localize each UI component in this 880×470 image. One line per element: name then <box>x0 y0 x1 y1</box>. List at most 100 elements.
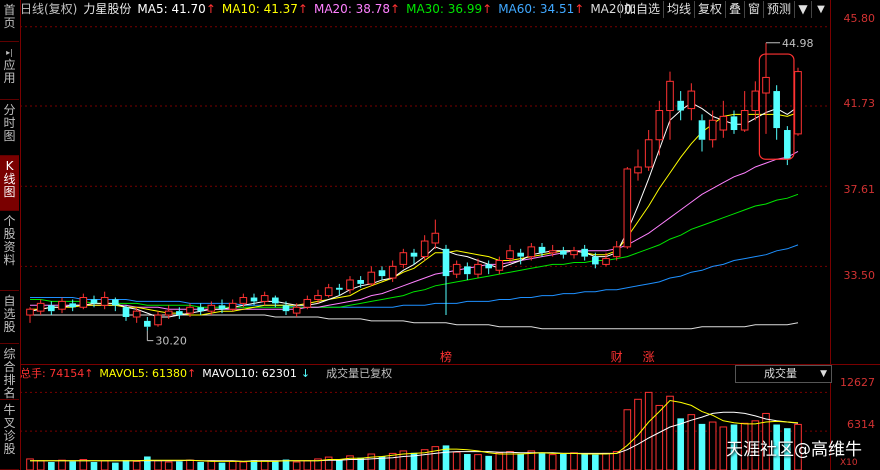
ma60-value: MA60: 34.51↑ <box>498 2 585 16</box>
ma5-line <box>29 102 799 318</box>
volume-bar <box>48 462 55 470</box>
chevron-down-icon: ▼ <box>820 369 827 379</box>
sidebar-item-label: 自选股 <box>3 294 16 334</box>
volume-bar <box>623 409 632 470</box>
candle <box>740 91 749 132</box>
forecast-button[interactable]: 预测 <box>763 1 794 18</box>
candle <box>581 244 588 261</box>
stock-name: 力星股份 <box>83 2 132 16</box>
candle <box>485 260 492 275</box>
sidebar-item-6[interactable]: 综合排名 <box>0 344 19 400</box>
volume-bar <box>698 423 706 470</box>
candle <box>655 100 664 156</box>
volume-bar <box>144 456 151 470</box>
volume-bar <box>239 461 248 470</box>
total-volume: 总手: 74154↑ <box>20 367 94 380</box>
candlestick-chart[interactable]: 44.98 30.20 榜 财 涨 <box>20 19 830 364</box>
candle <box>58 297 66 314</box>
candle <box>367 266 376 286</box>
candle <box>464 262 471 280</box>
volume-bar <box>677 418 684 470</box>
ma20-value: MA20: 38.78↑ <box>313 2 401 16</box>
candle <box>228 299 237 312</box>
sidebar-item-7[interactable]: 牛叉诊股 <box>0 400 19 470</box>
candle <box>442 244 450 316</box>
event-marker[interactable]: 涨 <box>643 349 655 364</box>
volume-bar <box>303 460 312 470</box>
volume-bar <box>218 462 226 470</box>
volume-bar <box>655 404 664 470</box>
ma-settings-button[interactable]: 均线 <box>663 1 694 18</box>
add-watchlist-button[interactable]: 加自选 <box>620 1 663 18</box>
volume-bar <box>708 421 717 470</box>
candle <box>634 149 642 181</box>
candle <box>560 246 567 259</box>
volume-bar <box>58 459 66 470</box>
sidebar-item-label: 牛叉诊股 <box>3 403 16 456</box>
ma-header: 日线(复权) 力星股份 MA5: 41.70↑ MA10: 41.37↑ MA20: 3… <box>20 0 636 19</box>
period-label: 日线(复权) <box>20 2 78 16</box>
low-price-label: 30.20 <box>155 335 187 348</box>
event-marker[interactable]: 榜 <box>440 349 452 364</box>
volume-chart[interactable] <box>20 381 830 470</box>
candle <box>612 241 621 261</box>
candle <box>154 311 162 327</box>
overlay-button[interactable]: 叠 <box>725 1 744 18</box>
candle <box>112 297 119 312</box>
event-marker[interactable]: 财 <box>611 350 623 364</box>
sidebar-item-0[interactable]: 首页 <box>0 0 19 42</box>
volume-bar <box>474 454 482 470</box>
candle <box>420 235 429 261</box>
volume-bar <box>164 461 173 470</box>
ma10-line <box>30 112 799 316</box>
sidebar-item-2[interactable]: 分时图 <box>0 100 19 156</box>
candle <box>197 303 204 316</box>
sidebar-item-5[interactable]: 自选股 <box>0 291 19 344</box>
chevron-down-icon[interactable]: ▼ <box>811 1 830 18</box>
volume-bar <box>186 459 194 470</box>
volume-bar <box>495 452 504 470</box>
volume-bar <box>517 454 524 470</box>
menu-icon[interactable]: ▼ <box>794 1 811 18</box>
candle <box>698 114 706 152</box>
volume-bar <box>112 462 119 470</box>
sidebar-item-1[interactable]: ▸| 应用 <box>0 42 19 100</box>
volume-bar <box>644 391 653 470</box>
sidebar-item-4[interactable]: 个股资料 <box>0 211 19 291</box>
volume-bar <box>570 452 578 470</box>
volume-bar <box>122 460 130 470</box>
sidebar-item-label: 应用 <box>3 58 16 85</box>
candle <box>570 246 578 259</box>
sidebar-item-3[interactable]: K线图 <box>0 156 19 211</box>
candle <box>79 293 88 310</box>
price-axis-label: 41.73 <box>843 97 876 110</box>
volume-bar <box>560 454 567 470</box>
volume-bar <box>452 451 461 470</box>
candle <box>260 291 269 306</box>
candle <box>677 91 684 121</box>
candle <box>100 291 109 310</box>
volume-bar <box>100 460 109 470</box>
volume-bar <box>666 395 674 470</box>
volume-adjusted-note: 成交量已复权 <box>326 367 393 380</box>
volume-axis-label: 6314 <box>847 418 875 431</box>
adjust-button[interactable]: 复权 <box>694 1 725 18</box>
volume-bar <box>485 455 492 470</box>
volume-bar <box>687 414 696 470</box>
volume-bar <box>612 451 621 470</box>
price-axis-label: 37.61 <box>843 183 876 196</box>
left-sidebar: 首页 ▸| 应用分时图 K 线图个股资料自选股综合排名牛叉诊股 <box>0 0 21 470</box>
candle <box>644 130 653 171</box>
candle <box>122 305 130 321</box>
window-button[interactable]: 窗 <box>744 1 763 18</box>
volume-bar <box>592 454 599 470</box>
candle <box>517 248 524 265</box>
sidebar-item-label: 分时图 <box>3 103 16 143</box>
mavol5-value: MAVOL5: 61380↑ <box>99 367 197 380</box>
candle <box>26 307 34 323</box>
sidebar-item-label: 首页 <box>3 3 16 30</box>
volume-bar <box>336 459 343 470</box>
candle <box>708 110 717 148</box>
candle <box>399 248 408 269</box>
price-axis-label: 33.50 <box>843 269 876 282</box>
